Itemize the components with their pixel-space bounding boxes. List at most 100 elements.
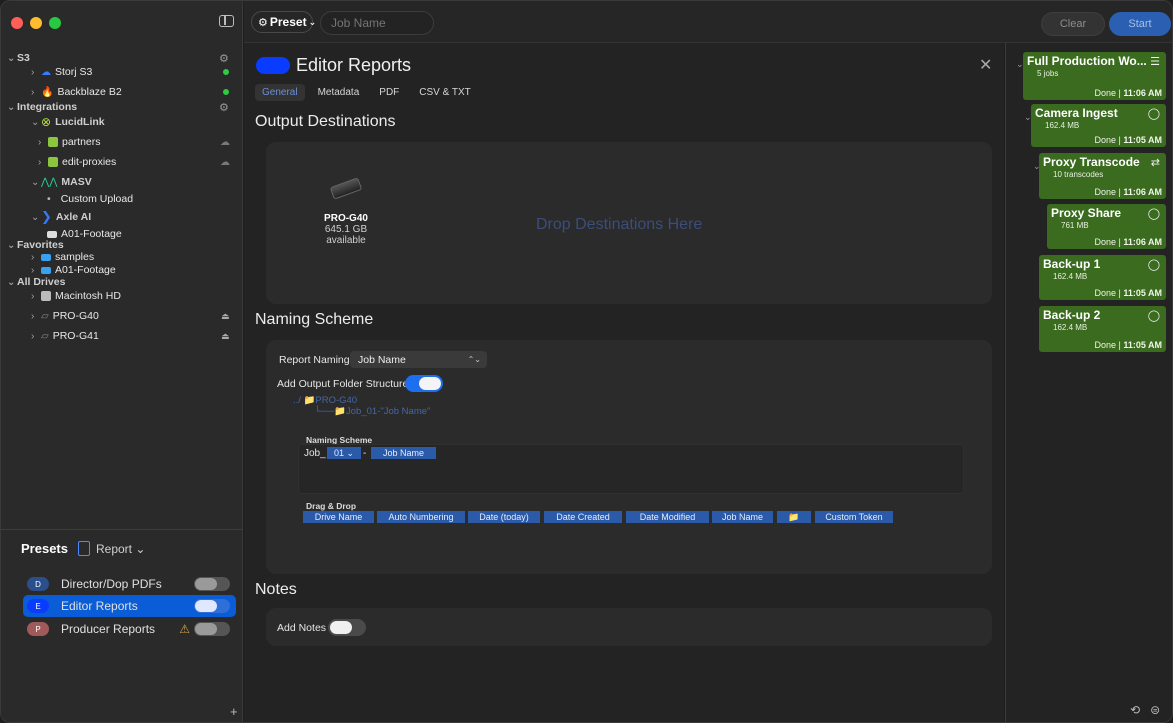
- gear-icon: ⚙: [258, 16, 268, 29]
- preset-item-editor[interactable]: E Editor Reports: [23, 595, 236, 617]
- sidebar-item-pro-g40[interactable]: › ▱ PRO-G40 ⏏: [1, 308, 243, 324]
- token-custom[interactable]: Custom Token: [815, 511, 893, 523]
- zoom-window-button[interactable]: [49, 17, 61, 29]
- naming-scheme-heading: Naming Scheme: [255, 311, 374, 328]
- sidebar-item-pro-g41[interactable]: › ▱ PRO-G41 ⏏: [1, 328, 243, 344]
- token-drive-name[interactable]: Drive Name: [303, 511, 374, 523]
- scheme-jobname-token[interactable]: Job Name: [371, 447, 436, 459]
- job-subtitle: 162.4 MB: [1045, 121, 1080, 130]
- start-button[interactable]: Start: [1109, 12, 1171, 36]
- tab-bar: General Metadata PDF CSV & TXT: [255, 84, 478, 101]
- app-window: ⌄ S3 ⚙ › ☁ Storj S3 › 🔥 Backblaze B2 ⌄ Int…: [0, 0, 1173, 723]
- sidebar-item-backblaze[interactable]: › 🔥 Backblaze B2: [1, 84, 243, 100]
- masv-icon: ⋀⋀: [41, 176, 58, 188]
- progress-circle-icon: ◯: [1147, 208, 1160, 220]
- close-window-button[interactable]: [11, 17, 23, 29]
- destinations-dropzone[interactable]: PRO-G40 645.1 GB available Drop Destinat…: [266, 142, 992, 304]
- sidebar-toggle-icon[interactable]: [219, 15, 234, 27]
- token-date-modified[interactable]: Date Modified: [626, 511, 709, 523]
- integrations-settings-icon[interactable]: ⚙: [219, 101, 229, 114]
- preset-color-pill[interactable]: [256, 57, 290, 74]
- section-integrations[interactable]: ⌄ Integrations ⚙: [1, 99, 243, 115]
- cloud-icon: ☁: [220, 136, 230, 148]
- lucidlink-folder-icon: [48, 137, 58, 147]
- chevron-updown-icon: ⌃⌄: [467, 355, 481, 364]
- backblaze-icon: 🔥: [41, 86, 54, 98]
- preset-item-director[interactable]: D Director/Dop PDFs: [23, 573, 236, 595]
- folder-path-line-2: └──📁Job_01-"Job Name": [314, 406, 431, 417]
- sidebar-item-axle[interactable]: ⌄ ❯ Axle AI: [1, 209, 243, 225]
- folder-icon: [41, 253, 51, 261]
- tab-pdf[interactable]: PDF: [372, 84, 406, 101]
- sidebar-item-partners[interactable]: › partners ☁: [1, 134, 243, 150]
- job-status: Done | 11:06 AM: [1094, 88, 1162, 98]
- preset-toggle[interactable]: [194, 577, 230, 591]
- job-name-input[interactable]: [320, 11, 434, 35]
- list-icon: ☰: [1150, 56, 1160, 68]
- status-dot-icon: [223, 69, 229, 75]
- lucidlink-folder-icon: [48, 157, 58, 167]
- s3-settings-icon[interactable]: ⚙: [219, 52, 229, 65]
- sidebar-item-storj[interactable]: › ☁ Storj S3: [1, 64, 243, 80]
- presets-title: Presets: [21, 541, 68, 556]
- folder-icon: [41, 266, 51, 274]
- naming-scheme-panel: Report Naming Job Name ⌃⌄ Add Output Fold…: [266, 340, 992, 574]
- transcode-icon: ⇄: [1150, 157, 1160, 169]
- job-subtitle: 10 transcodes: [1053, 170, 1104, 179]
- report-naming-select[interactable]: Job Name ⌃⌄: [350, 351, 487, 368]
- job-title: Proxy Transcode: [1043, 155, 1140, 169]
- job-card-proxy-share[interactable]: Proxy Share ◯ 761 MB Done | 11:06 AM: [1047, 204, 1166, 249]
- token-job-name[interactable]: Job Name: [712, 511, 773, 523]
- history-icon[interactable]: ⟲: [1130, 703, 1140, 717]
- status-dot-icon: [223, 89, 229, 95]
- add-preset-icon[interactable]: +: [230, 704, 238, 719]
- preset-button[interactable]: ⚙ Preset ⌄: [251, 11, 316, 33]
- close-icon[interactable]: ✕: [979, 55, 992, 75]
- drag-drop-label: Drag & Drop: [306, 501, 357, 511]
- external-drive-icon: ▱: [41, 330, 49, 342]
- report-naming-label: Report Naming: [279, 354, 350, 366]
- add-output-folder-label: Add Output Folder Structure: [277, 378, 409, 390]
- destination-drive-card[interactable]: PRO-G40 645.1 GB available: [306, 177, 386, 246]
- tab-general[interactable]: General: [255, 84, 305, 101]
- drive-size: 645.1 GB: [324, 224, 368, 235]
- eject-icon[interactable]: ⏏: [221, 331, 230, 342]
- storj-icon: ☁: [41, 66, 51, 78]
- job-card-camera-ingest[interactable]: Camera Ingest ◯ 162.4 MB Done | 11:05 AM: [1031, 104, 1166, 147]
- divider: [1, 529, 243, 530]
- sidebar-item-macintosh[interactable]: › Macintosh HD: [1, 288, 243, 304]
- job-title: Back-up 2: [1043, 308, 1101, 322]
- add-notes-toggle[interactable]: [328, 619, 366, 636]
- job-card-backup-1[interactable]: Back-up 1 ◯ 162.4 MB Done | 11:05 AM: [1039, 255, 1166, 300]
- preset-name: Producer Reports: [61, 622, 156, 636]
- tab-csv-txt[interactable]: CSV & TXT: [412, 84, 478, 101]
- preset-toggle[interactable]: [194, 599, 230, 613]
- sidebar-item-masv[interactable]: ⌄ ⋀⋀ MASV: [1, 174, 243, 190]
- token-date-created[interactable]: Date Created: [544, 511, 622, 523]
- jobs-panel: ⌄ Full Production Wo... ☰ 5 jobs Done | …: [1005, 43, 1172, 722]
- tab-metadata[interactable]: Metadata: [311, 84, 367, 101]
- clear-button[interactable]: Clear: [1041, 12, 1105, 36]
- preset-toggle[interactable]: [194, 622, 230, 636]
- job-card-full-production[interactable]: Full Production Wo... ☰ 5 jobs Done | 11…: [1023, 52, 1166, 100]
- sidebar-item-lucidlink[interactable]: ⌄ ⊗ LucidLink: [1, 114, 243, 130]
- filter-icon[interactable]: ⊜: [1150, 703, 1160, 717]
- job-card-proxy-transcode[interactable]: Proxy Transcode ⇄ 10 transcodes Done | 1…: [1039, 153, 1166, 199]
- minimize-window-button[interactable]: [30, 17, 42, 29]
- token-auto-numbering[interactable]: Auto Numbering: [377, 511, 465, 523]
- window-controls: [11, 17, 61, 29]
- scheme-prefix: Job_: [304, 448, 326, 459]
- scheme-number-token[interactable]: 01 ⌄: [327, 447, 361, 459]
- eject-icon[interactable]: ⏏: [221, 311, 230, 322]
- preset-item-producer[interactable]: P Producer Reports ⚠: [23, 618, 236, 640]
- external-drive-icon: [329, 177, 363, 200]
- token-date-today[interactable]: Date (today): [468, 511, 540, 523]
- sidebar-item-custom-upload[interactable]: • Custom Upload: [1, 191, 243, 207]
- sidebar-item-edit-proxies[interactable]: › edit-proxies ☁: [1, 154, 243, 170]
- job-card-backup-2[interactable]: Back-up 2 ◯ 162.4 MB Done | 11:05 AM: [1039, 306, 1166, 352]
- axle-ai-icon: ❯: [41, 209, 52, 224]
- job-subtitle: 162.4 MB: [1053, 272, 1088, 281]
- output-folder-toggle[interactable]: [405, 375, 443, 392]
- report-type-dropdown[interactable]: Report ⌄: [96, 542, 145, 556]
- token-folder-icon[interactable]: 📁: [777, 511, 811, 523]
